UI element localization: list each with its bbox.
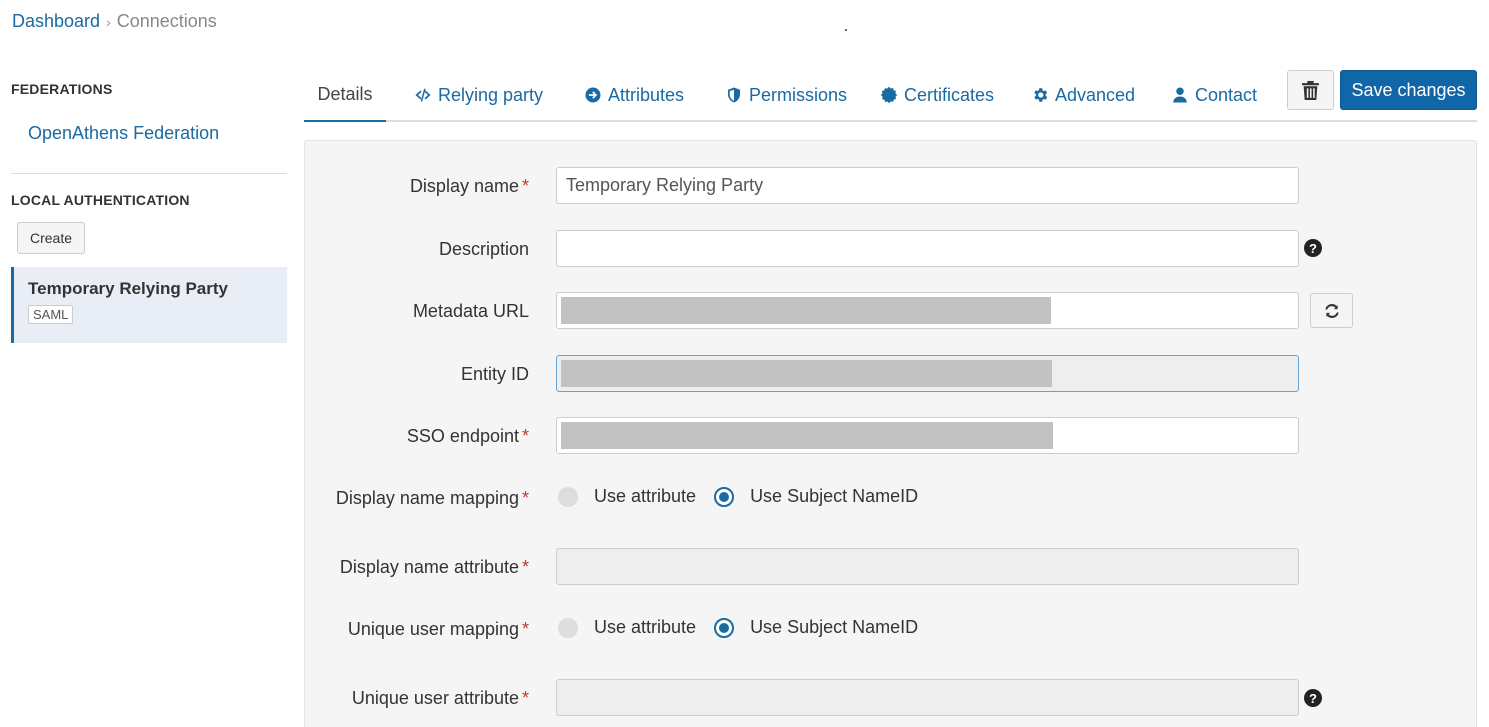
display-name-attribute-input[interactable] bbox=[556, 548, 1299, 585]
display-name-mapping-label: Display name mapping * bbox=[335, 488, 529, 508]
entity-id-input[interactable] bbox=[556, 355, 1299, 392]
create-button[interactable]: Create bbox=[17, 222, 86, 254]
radio-label: Use attribute bbox=[594, 617, 697, 637]
unique-user-mapping-label: Unique user mapping * bbox=[347, 619, 529, 639]
tab-certificates[interactable]: Certificates bbox=[880, 70, 994, 122]
redacted-value bbox=[561, 422, 1053, 449]
tab-label: Advanced bbox=[1055, 84, 1136, 105]
tab-details[interactable]: Details bbox=[304, 70, 386, 122]
unique-user-mapping-radios: Use attribute Use Subject NameID bbox=[558, 617, 918, 638]
metadata-url-input[interactable] bbox=[556, 292, 1299, 329]
radio-use-subject-nameid[interactable] bbox=[714, 617, 735, 638]
gear-icon bbox=[1034, 88, 1048, 102]
delete-button[interactable] bbox=[1287, 70, 1334, 110]
description-label: Description bbox=[438, 239, 529, 259]
tab-label: Attributes bbox=[608, 84, 685, 105]
refresh-icon bbox=[1324, 303, 1339, 318]
federations-heading: FEDERATIONS bbox=[11, 81, 113, 97]
sidebar-divider bbox=[11, 173, 287, 174]
breadcrumb-dashboard-link[interactable]: Dashboard bbox=[12, 11, 100, 32]
radio-use-attribute[interactable] bbox=[558, 617, 578, 638]
sidebar-item-title: Temporary Relying Party bbox=[28, 279, 228, 298]
display-name-label: Display name * bbox=[409, 176, 529, 196]
tab-attributes[interactable]: Attributes bbox=[584, 70, 684, 122]
user-icon bbox=[1173, 87, 1187, 103]
tab-label: Permissions bbox=[749, 84, 848, 105]
tab-label: Relying party bbox=[438, 84, 544, 105]
local-authentication-heading: LOCAL AUTHENTICATION bbox=[11, 192, 190, 208]
display-name-input[interactable]: Temporary Relying Party bbox=[556, 167, 1299, 204]
display-name-mapping-radios: Use attribute Use Subject NameID bbox=[558, 486, 918, 507]
metadata-url-label: Metadata URL bbox=[412, 301, 529, 321]
stray-dot bbox=[845, 29, 847, 31]
breadcrumb-current: Connections bbox=[116, 11, 217, 31]
tab-permissions[interactable]: Permissions bbox=[725, 70, 847, 122]
redacted-value bbox=[561, 360, 1052, 387]
code-icon bbox=[415, 88, 431, 102]
tab-advanced[interactable]: Advanced bbox=[1031, 70, 1135, 122]
display-name-attribute-label: Display name attribute * bbox=[339, 557, 529, 577]
protocol-badge: SAML bbox=[28, 305, 74, 324]
refresh-metadata-button[interactable] bbox=[1310, 293, 1353, 328]
radio-label: Use Subject NameID bbox=[750, 486, 919, 506]
sidebar: FEDERATIONS OpenAthens Federation LOCAL … bbox=[0, 70, 287, 343]
chevron-right-icon: › bbox=[106, 13, 111, 30]
unique-user-attribute-input[interactable] bbox=[556, 679, 1299, 716]
tab-label: Details bbox=[317, 83, 373, 104]
save-changes-button[interactable]: Save changes bbox=[1340, 70, 1477, 110]
breadcrumb: Dashboard › Connections bbox=[12, 11, 217, 32]
entity-id-label: Entity ID bbox=[460, 364, 529, 384]
tab-relying-party[interactable]: Relying party bbox=[414, 70, 543, 122]
tab-label: Certificates bbox=[904, 84, 995, 105]
sidebar-item-temporary-relying-party[interactable]: Temporary Relying Party SAML bbox=[11, 267, 287, 343]
help-icon[interactable]: ? bbox=[1304, 239, 1322, 257]
radio-label: Use Subject NameID bbox=[750, 617, 919, 637]
certificate-icon bbox=[880, 86, 898, 104]
tab-contact[interactable]: Contact bbox=[1171, 70, 1257, 122]
sso-endpoint-label: SSO endpoint * bbox=[406, 426, 529, 446]
redacted-value bbox=[561, 297, 1051, 324]
shield-icon bbox=[728, 87, 740, 103]
details-panel: Display name * Temporary Relying Party De… bbox=[304, 140, 1477, 727]
radio-label: Use attribute bbox=[594, 486, 697, 506]
radio-use-attribute[interactable] bbox=[558, 486, 578, 507]
sso-endpoint-input[interactable] bbox=[556, 417, 1299, 454]
arrow-circle-right-icon bbox=[585, 87, 601, 103]
help-icon[interactable]: ? bbox=[1304, 689, 1322, 707]
sidebar-item-openathens-federation[interactable]: OpenAthens Federation bbox=[0, 123, 287, 144]
unique-user-attribute-label: Unique user attribute * bbox=[351, 688, 529, 708]
trash-icon bbox=[1302, 80, 1319, 100]
radio-use-subject-nameid[interactable] bbox=[714, 486, 735, 507]
tab-label: Contact bbox=[1195, 84, 1258, 105]
description-input[interactable] bbox=[556, 230, 1299, 267]
